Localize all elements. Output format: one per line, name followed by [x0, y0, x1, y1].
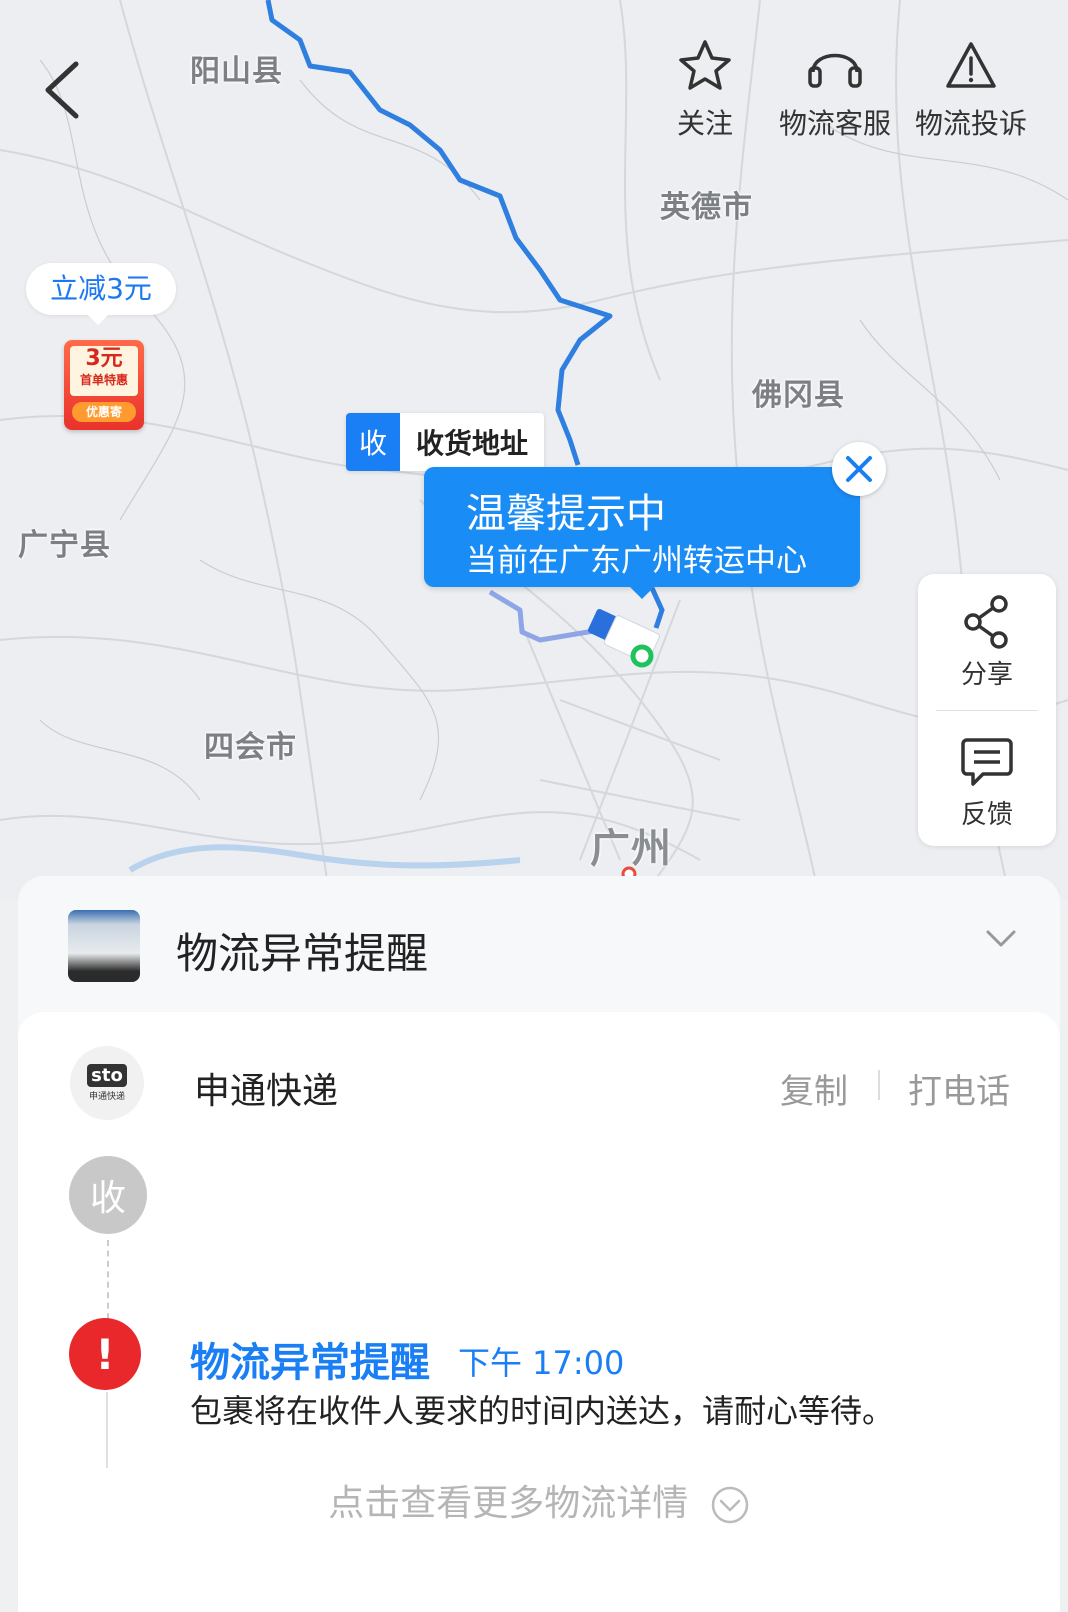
more-details-link[interactable]: 点击查看更多物流详情: [18, 1474, 1060, 1526]
bottom-sheet: 物流异常提醒 sto 申通快递 申通快递 复制 打电话 收 ! 物流异常提醒 下…: [18, 876, 1060, 1612]
alert-thumbnail: [68, 910, 140, 982]
destination-badge: 收: [346, 413, 400, 471]
destination-marker[interactable]: 收 收货地址: [346, 413, 545, 471]
chevron-down-circle-icon: [711, 1486, 748, 1524]
chevron-down-icon: [986, 930, 1016, 947]
share-icon: [964, 595, 1008, 649]
share-label: 分享: [960, 660, 1013, 690]
promo-bubble[interactable]: 立减3元: [26, 263, 176, 325]
coupon-amount: 3元: [85, 346, 123, 371]
complaint-label: 物流投诉: [914, 107, 1027, 140]
chevron-left-icon: [45, 61, 79, 119]
city-label: 广宁县: [18, 528, 111, 563]
alert-header[interactable]: 物流异常提醒: [18, 876, 1060, 1014]
destination-label: 收货地址: [416, 427, 529, 460]
tip-close-button[interactable]: [832, 442, 886, 496]
more-details-label: 点击查看更多物流详情: [328, 1483, 689, 1524]
city-label: 四会市: [204, 730, 297, 765]
share-button[interactable]: 分享: [918, 594, 1056, 691]
city-label: 广州: [590, 826, 672, 872]
event-title: 物流异常提醒: [190, 1340, 430, 1386]
follow-button[interactable]: 关注: [640, 38, 770, 142]
timeline-line: [106, 1392, 108, 1468]
exclamation-icon: !: [69, 1318, 141, 1390]
receiver-badge: 收: [69, 1156, 147, 1234]
tracking-card: sto 申通快递 申通快递 复制 打电话 收 ! 物流异常提醒 下午 17:00…: [18, 1012, 1060, 1612]
warning-triangle-icon: [946, 42, 996, 88]
carrier-logo-text: sto: [87, 1064, 127, 1087]
close-icon: [846, 456, 872, 482]
alert-title: 物流异常提醒: [176, 929, 429, 978]
back-button[interactable]: [36, 58, 96, 122]
call-button[interactable]: 打电话: [908, 1064, 1010, 1113]
city-label: 阳山县: [190, 54, 283, 89]
logistics-complaint-button[interactable]: 物流投诉: [906, 38, 1036, 142]
carrier-logo-sub: 申通快递: [88, 1092, 125, 1102]
star-icon: [679, 40, 731, 90]
coupon-body: 3元 首单特惠: [70, 346, 138, 396]
current-location-icon: [630, 644, 654, 668]
message-icon: [961, 738, 1013, 786]
headset-icon: [808, 53, 862, 88]
carrier-name: 申通快递: [194, 1071, 339, 1112]
tip-popup[interactable]: 温馨提示中 当前在广东广州转运中心: [424, 467, 860, 599]
route-line: [265, 0, 613, 466]
side-panel: 分享 反馈: [918, 574, 1056, 846]
carrier-logo: sto 申通快递: [70, 1046, 144, 1120]
divider: [936, 710, 1038, 711]
feedback-label: 反馈: [960, 800, 1013, 830]
logistics-service-button[interactable]: 物流客服: [770, 38, 900, 142]
tip-title: 温馨提示中: [466, 491, 666, 537]
tip-subtitle: 当前在广东广州转运中心: [466, 543, 807, 579]
city-label: 英德市: [660, 190, 753, 225]
event-time: 下午 17:00: [458, 1344, 625, 1382]
coupon-button[interactable]: 3元 首单特惠 优惠寄: [64, 340, 144, 430]
city-label: 佛冈县: [752, 378, 845, 413]
copy-button[interactable]: 复制: [780, 1064, 848, 1113]
event-description: 包裹将在收件人要求的时间内送达，请耐心等待。: [190, 1392, 895, 1430]
divider: [878, 1070, 880, 1100]
coupon-label: 优惠寄: [72, 402, 136, 422]
feedback-button[interactable]: 反馈: [918, 734, 1056, 831]
follow-label: 关注: [676, 107, 733, 140]
service-label: 物流客服: [778, 107, 891, 140]
coupon-sub: 首单特惠: [79, 373, 128, 387]
